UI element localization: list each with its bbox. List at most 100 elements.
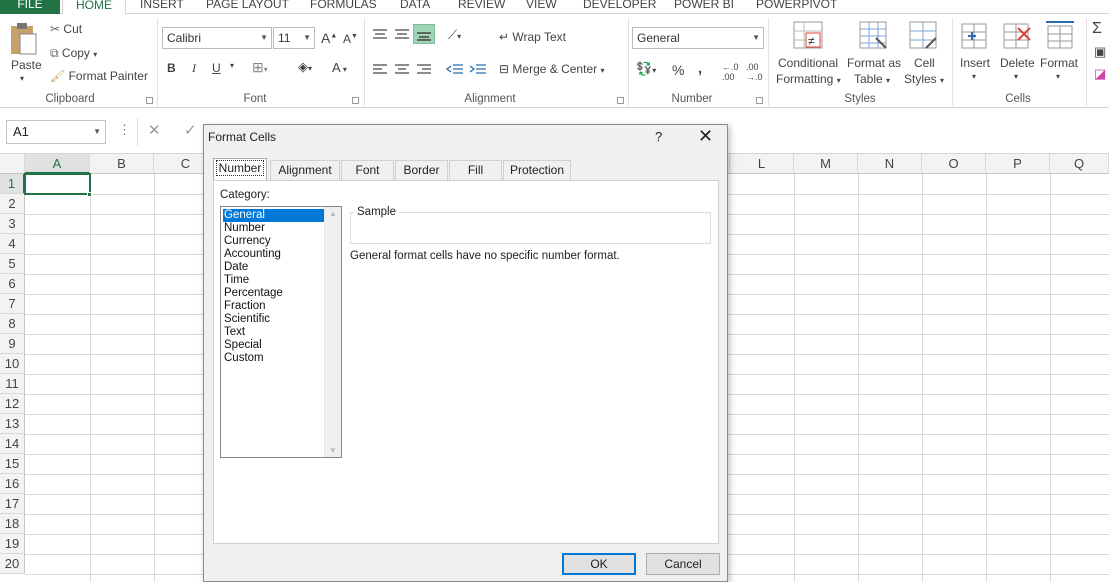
category-item-date[interactable]: Date: [223, 261, 324, 274]
name-box[interactable]: A1 ▼: [6, 120, 106, 144]
decrease-decimal-icon[interactable]: .00 →.0: [746, 62, 763, 82]
category-item-currency[interactable]: Currency: [223, 235, 324, 248]
category-scrollbar[interactable]: ▲ ▼: [324, 207, 341, 457]
dialog-tab-fill[interactable]: Fill: [449, 160, 502, 180]
column-header-p[interactable]: P: [986, 154, 1050, 174]
dialog-tab-number[interactable]: Number: [213, 158, 267, 181]
tab-view[interactable]: VIEW: [526, 0, 557, 14]
tab-insert[interactable]: INSERT: [140, 0, 184, 14]
row-header-4[interactable]: 4: [0, 234, 25, 254]
format-as-table-button[interactable]: Format as Table ▾: [846, 20, 902, 90]
number-launcher[interactable]: [756, 97, 763, 104]
align-bottom-icon[interactable]: [413, 24, 435, 44]
comma-button[interactable]: ,: [698, 60, 702, 77]
category-item-custom[interactable]: Custom: [223, 352, 324, 365]
clipboard-launcher[interactable]: [146, 97, 153, 104]
category-item-text[interactable]: Text: [223, 326, 324, 339]
cell-styles-button[interactable]: Cell Styles ▾: [904, 20, 948, 90]
tab-powerpivot[interactable]: POWERPIVOT: [756, 0, 837, 14]
fill-color-icon[interactable]: ◈▾: [298, 59, 312, 75]
number-format-box[interactable]: General ▼: [632, 27, 764, 49]
scroll-up-icon[interactable]: ▲: [329, 209, 337, 218]
increase-decimal-icon[interactable]: ←.0.00: [722, 62, 739, 82]
row-header-2[interactable]: 2: [0, 194, 25, 214]
category-list[interactable]: General Number Currency Accounting Date …: [220, 206, 342, 458]
category-item-percentage[interactable]: Percentage: [223, 287, 324, 300]
confirm-entry-icon[interactable]: ✓: [184, 121, 197, 139]
scroll-down-icon[interactable]: ▼: [329, 446, 337, 455]
chevron-down-icon[interactable]: ▾: [230, 61, 234, 70]
select-all-corner[interactable]: [0, 154, 25, 174]
dialog-tab-protection[interactable]: Protection: [503, 160, 571, 180]
tab-developer[interactable]: DEVELOPER: [583, 0, 656, 14]
tab-power-bi[interactable]: POWER BI: [674, 0, 734, 14]
row-header-9[interactable]: 9: [0, 334, 25, 354]
decrease-indent-icon[interactable]: [445, 63, 464, 78]
dialog-tab-font[interactable]: Font: [341, 160, 394, 180]
increase-font-icon[interactable]: A▲: [321, 30, 337, 46]
category-item-special[interactable]: Special: [223, 339, 324, 352]
column-header-q[interactable]: Q: [1050, 154, 1109, 174]
dialog-tab-border[interactable]: Border: [395, 160, 448, 180]
font-color-icon[interactable]: A ▾: [332, 60, 347, 75]
cut-button[interactable]: ✂ Cut: [50, 22, 82, 36]
tab-data[interactable]: DATA: [400, 0, 430, 14]
tab-home[interactable]: HOME: [62, 0, 126, 14]
orientation-icon[interactable]: ⟋▾: [448, 27, 461, 43]
category-item-number[interactable]: Number: [223, 222, 324, 235]
percent-button[interactable]: %: [672, 62, 684, 78]
column-header-n[interactable]: N: [858, 154, 922, 174]
row-header-1[interactable]: 1: [0, 174, 25, 194]
autosum-icon[interactable]: Σ: [1092, 20, 1102, 38]
paste-button[interactable]: Paste ▾: [8, 22, 42, 83]
tab-page-layout[interactable]: PAGE LAYOUT: [206, 0, 289, 14]
dialog-tab-alignment[interactable]: Alignment: [270, 160, 340, 180]
more-options-icon[interactable]: ⋮: [118, 122, 131, 138]
category-item-fraction[interactable]: Fraction: [223, 300, 324, 313]
font-size-box[interactable]: 11 ▼: [273, 27, 315, 49]
column-header-m[interactable]: M: [794, 154, 858, 174]
align-top-icon[interactable]: [372, 28, 388, 43]
column-header-l[interactable]: L: [730, 154, 794, 174]
fill-icon[interactable]: ▣: [1094, 44, 1106, 60]
row-header-17[interactable]: 17: [0, 494, 25, 514]
row-header-20[interactable]: 20: [0, 554, 25, 574]
currency-icon[interactable]: 💱▾: [636, 61, 656, 77]
conditional-formatting-button[interactable]: ≠ Conditional Formatting ▾: [776, 20, 842, 90]
row-header-5[interactable]: 5: [0, 254, 25, 274]
tab-review[interactable]: REVIEW: [458, 0, 505, 14]
ok-button[interactable]: OK: [562, 553, 636, 575]
increase-indent-icon[interactable]: [469, 63, 487, 78]
align-middle-icon[interactable]: [394, 28, 410, 43]
font-launcher[interactable]: [352, 97, 359, 104]
column-header-a[interactable]: A: [25, 154, 90, 174]
alignment-launcher[interactable]: [617, 97, 624, 104]
decrease-font-icon[interactable]: A▼: [343, 32, 358, 46]
row-header-6[interactable]: 6: [0, 274, 25, 294]
row-header-16[interactable]: 16: [0, 474, 25, 494]
fill-handle[interactable]: [87, 192, 92, 197]
category-item-scientific[interactable]: Scientific: [223, 313, 324, 326]
clear-icon[interactable]: ◪: [1094, 66, 1106, 82]
row-header-13[interactable]: 13: [0, 414, 25, 434]
row-header-14[interactable]: 14: [0, 434, 25, 454]
delete-cells-button[interactable]: Delete ▾: [998, 20, 1038, 90]
row-header-3[interactable]: 3: [0, 214, 25, 234]
format-painter-button[interactable]: 🖌 Format Painter: [50, 69, 148, 83]
category-item-general[interactable]: General: [223, 209, 324, 222]
row-header-12[interactable]: 12: [0, 394, 25, 414]
row-header-7[interactable]: 7: [0, 294, 25, 314]
help-button[interactable]: ?: [655, 129, 662, 144]
align-center-icon[interactable]: [394, 63, 410, 78]
underline-button[interactable]: U: [212, 61, 221, 75]
merge-center-button[interactable]: ⊟ Merge & Center ▾: [499, 62, 604, 76]
row-header-10[interactable]: 10: [0, 354, 25, 374]
cancel-entry-icon[interactable]: ✕: [148, 121, 161, 139]
borders-icon[interactable]: ⊞▾: [252, 59, 268, 76]
category-item-time[interactable]: Time: [223, 274, 324, 287]
bold-button[interactable]: B: [167, 61, 176, 75]
active-cell-a1[interactable]: [24, 173, 91, 195]
insert-cells-button[interactable]: Insert ▾: [958, 20, 994, 90]
cancel-button[interactable]: Cancel: [646, 553, 720, 575]
row-header-18[interactable]: 18: [0, 514, 25, 534]
